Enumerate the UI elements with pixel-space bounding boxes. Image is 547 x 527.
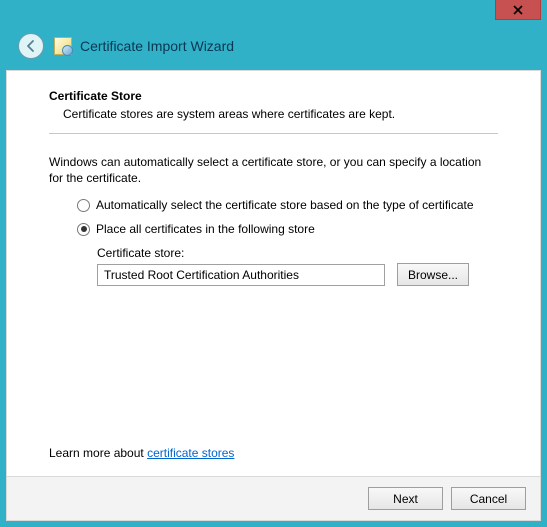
radio-auto-select[interactable]: Automatically select the certificate sto… [77,198,498,212]
close-icon [513,5,523,15]
learn-more-prefix: Learn more about [49,446,147,460]
content-panel: Certificate Store Certificate stores are… [6,70,541,521]
footer-bar: Next Cancel [7,476,540,520]
store-selection-group: Automatically select the certificate sto… [77,198,498,236]
header-bar: Certificate Import Wizard [6,24,541,68]
radio-auto-label: Automatically select the certificate sto… [96,198,474,212]
store-block: Certificate store: Browse... [97,246,498,286]
radio-place-label: Place all certificates in the following … [96,222,315,236]
wizard-title: Certificate Import Wizard [80,38,234,54]
body-text: Windows can automatically select a certi… [49,154,498,186]
radio-icon [77,223,90,236]
cancel-button[interactable]: Cancel [451,487,526,510]
learn-more: Learn more about certificate stores [49,446,234,460]
page-heading: Certificate Store [49,89,498,103]
radio-place-all[interactable]: Place all certificates in the following … [77,222,498,236]
back-button[interactable] [18,33,44,59]
browse-button[interactable]: Browse... [397,263,469,286]
radio-icon [77,199,90,212]
page-subheading: Certificate stores are system areas wher… [63,107,498,121]
window-frame: Certificate Import Wizard Certificate St… [0,0,547,527]
back-arrow-icon [24,39,38,53]
certificate-store-input[interactable] [97,264,385,286]
next-button[interactable]: Next [368,487,443,510]
divider [49,133,498,134]
certificate-icon [54,37,72,55]
store-field-label: Certificate store: [97,246,498,260]
learn-more-link[interactable]: certificate stores [147,446,234,460]
close-button[interactable] [495,0,541,20]
